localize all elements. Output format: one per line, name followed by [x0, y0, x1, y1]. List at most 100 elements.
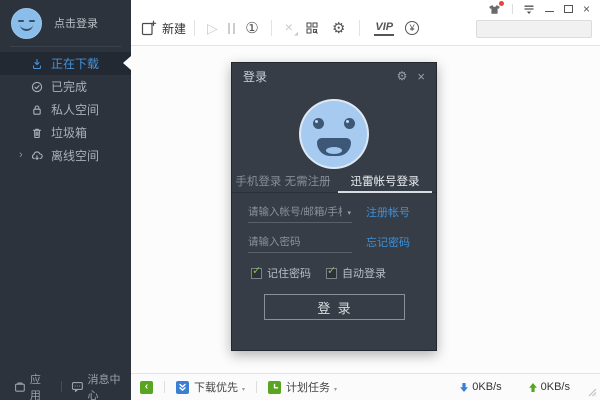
avatar[interactable]	[11, 8, 42, 39]
new-task-label: 新建	[162, 20, 186, 37]
vip-button[interactable]: VIP	[374, 21, 394, 36]
message-bubble-icon	[71, 380, 84, 393]
avatar-eye	[18, 20, 24, 23]
tasks-label: 计划任务	[286, 379, 330, 395]
auto-login-label: 自动登录	[342, 265, 386, 281]
dialog-close-icon[interactable]: ×	[417, 70, 425, 83]
collapse-sidebar-button[interactable]: ‹	[140, 381, 153, 394]
sidebar-item-downloading[interactable]: 正在下载	[0, 52, 131, 75]
checkbox-row: ✓ 记住密码 ✓ 自动登录	[248, 265, 420, 281]
remember-label: 记住密码	[267, 265, 311, 281]
download-speed-value: 0KB/s	[472, 381, 501, 393]
apps-button[interactable]: 应用	[14, 371, 52, 400]
remember-password-option[interactable]: ✓ 记住密码	[251, 265, 311, 281]
tab-phone-login[interactable]: 手机登录 无需注册	[232, 171, 334, 192]
sidebar-item-offline-space[interactable]: › 离线空间	[0, 144, 131, 167]
profile-login-area[interactable]: 点击登录	[0, 0, 131, 46]
forgot-password-link[interactable]: 忘记密码	[366, 234, 410, 253]
download-priority-button[interactable]: 下载优先 ▾	[176, 379, 245, 395]
password-input[interactable]	[248, 231, 352, 252]
avatar-eye	[313, 118, 324, 129]
separator	[512, 4, 513, 14]
avatar-eye	[29, 20, 35, 23]
close-button[interactable]: ×	[583, 3, 590, 15]
login-tabs: 手机登录 无需注册 迅雷帐号登录	[232, 171, 436, 193]
settings-gear-icon[interactable]: ⚙	[332, 21, 345, 36]
skin-theme-button[interactable]	[488, 3, 502, 15]
bt-task-grid-icon[interactable]	[305, 21, 319, 35]
separator	[164, 381, 165, 393]
sidebar-menu: 正在下载 已完成 私人空间 垃圾箱 › 离线空间	[0, 47, 131, 167]
app-window: 点击登录 正在下载 已完成 私人空间 垃圾箱 › 离线空间	[0, 0, 600, 400]
scheduled-tasks-button[interactable]: 计划任务 ▾	[268, 379, 337, 395]
login-button[interactable]: 登 录	[264, 294, 405, 320]
auto-login-checkbox[interactable]: ✓	[326, 268, 337, 279]
tasks-clock-icon	[268, 381, 281, 394]
sidebar-item-label: 垃圾箱	[51, 124, 87, 141]
separator	[271, 20, 272, 36]
avatar-tongue	[326, 147, 342, 154]
dialog-title: 登录	[243, 68, 267, 85]
dialog-settings-gear-icon[interactable]: ⚙	[397, 70, 408, 82]
separator	[256, 381, 257, 393]
message-center-button[interactable]: 消息中心	[71, 371, 131, 400]
up-arrow-icon	[528, 382, 538, 393]
recharge-coin-icon[interactable]: ¥	[405, 21, 419, 35]
sidebar-item-label: 已完成	[51, 78, 87, 95]
new-file-icon	[140, 20, 157, 37]
login-prompt-label[interactable]: 点击登录	[54, 15, 98, 31]
dropdown-corner-icon: ◢	[294, 31, 298, 37]
maximize-button[interactable]	[564, 5, 573, 13]
sidebar-item-label: 私人空间	[51, 101, 99, 118]
notification-dot	[499, 1, 504, 6]
apps-label: 应用	[30, 371, 52, 400]
delete-task-button[interactable]: × ◢	[285, 19, 293, 37]
caret-down-icon: ▾	[242, 386, 245, 393]
resize-grip[interactable]	[588, 388, 597, 397]
speedup-button[interactable]: ①	[245, 21, 258, 36]
main-menu-icon[interactable]	[523, 4, 535, 15]
toolbar-buttons: 新建 ▷ ① × ◢ ⚙ VIP ¥	[140, 13, 424, 43]
upload-speed: 0KB/s	[528, 381, 570, 393]
shirt-icon	[488, 4, 501, 16]
toolbar: × 新建 ▷ ① × ◢ ⚙ VIP ¥	[131, 0, 600, 46]
upload-speed-value: 0KB/s	[541, 381, 570, 393]
account-dropdown-icon[interactable]: ▾	[347, 209, 351, 217]
download-icon	[31, 58, 43, 70]
sidebar-item-completed[interactable]: 已完成	[0, 75, 131, 98]
remember-checkbox[interactable]: ✓	[251, 268, 262, 279]
search-box[interactable]	[476, 20, 592, 38]
separator	[359, 20, 360, 36]
speed-indicators: 0KB/s 0KB/s	[459, 381, 570, 393]
password-field-wrap	[248, 231, 352, 253]
dialog-avatar	[299, 99, 369, 169]
search-input[interactable]	[477, 21, 600, 37]
pause-button[interactable]	[228, 23, 236, 34]
priority-label: 下载优先	[194, 379, 238, 395]
expand-arrow-icon[interactable]: ›	[19, 150, 23, 161]
separator	[61, 381, 62, 392]
sidebar-item-label: 离线空间	[51, 147, 99, 164]
start-button[interactable]: ▷	[207, 21, 218, 35]
avatar-mouth	[20, 24, 33, 31]
window-controls: ×	[488, 3, 590, 15]
sidebar-item-trash[interactable]: 垃圾箱	[0, 121, 131, 144]
avatar-mouth	[317, 138, 351, 156]
auto-login-option[interactable]: ✓ 自动登录	[326, 265, 386, 281]
sidebar-bottom-bar: 应用 消息中心	[0, 373, 131, 400]
sidebar-item-private-space[interactable]: 私人空间	[0, 98, 131, 121]
login-dialog: 登录 ⚙ × 手机登录 无需注册 迅雷帐号登录 ▾ 注册帐号	[231, 62, 437, 351]
message-center-label: 消息中心	[87, 371, 131, 400]
account-input[interactable]	[248, 201, 352, 222]
download-speed: 0KB/s	[459, 381, 501, 393]
minimize-button[interactable]	[545, 11, 554, 12]
tab-account-login[interactable]: 迅雷帐号登录	[334, 171, 436, 192]
dialog-header: 登录 ⚙ ×	[232, 63, 436, 87]
lock-icon	[31, 104, 43, 116]
check-icon: ✓	[327, 266, 336, 277]
trash-icon	[31, 127, 43, 139]
separator	[194, 20, 195, 36]
register-link[interactable]: 注册帐号	[366, 204, 410, 223]
new-task-button[interactable]: 新建	[140, 20, 186, 37]
priority-icon	[176, 381, 189, 394]
